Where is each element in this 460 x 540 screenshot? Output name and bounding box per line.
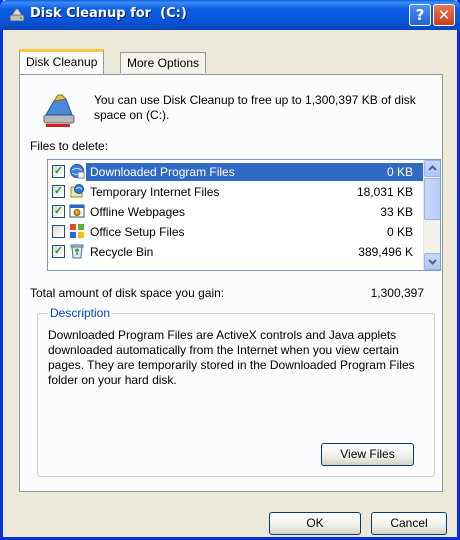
- files-to-delete-label: Files to delete:: [30, 139, 109, 153]
- tab-panel: You can use Disk Cleanup to free up to 1…: [19, 74, 443, 492]
- title-bar[interactable]: Disk Cleanup for (C:) ? ✕: [0, 0, 460, 30]
- file-size: 33 KB: [380, 205, 413, 219]
- disk-cleanup-dialog: Disk Cleanup for (C:) ? ✕ Disk Cleanup M…: [0, 0, 460, 540]
- office-setup-icon: [70, 224, 84, 238]
- window-title: Disk Cleanup for (C:): [30, 6, 187, 21]
- file-label: Downloaded Program Files: [88, 163, 237, 181]
- chevron-up-icon: [428, 165, 437, 171]
- list-item[interactable]: ✓ Offline Webpages 33 KB: [48, 202, 423, 222]
- tab-disk-cleanup[interactable]: Disk Cleanup: [19, 49, 105, 74]
- scroll-down-button[interactable]: [424, 253, 440, 270]
- total-gain-label: Total amount of disk space you gain:: [30, 286, 225, 300]
- file-label: Temporary Internet Files: [90, 185, 220, 199]
- file-size: 0 KB: [386, 225, 413, 239]
- chevron-down-icon: [428, 259, 437, 265]
- view-files-button[interactable]: View Files: [321, 443, 414, 466]
- checkbox-office-setup-files[interactable]: [52, 225, 65, 238]
- list-item[interactable]: ✓ Temporary Internet Files 18,031 KB: [48, 182, 423, 202]
- description-legend: Description: [48, 306, 113, 320]
- ok-button[interactable]: OK: [269, 512, 361, 535]
- scroll-thumb[interactable]: [424, 178, 440, 220]
- list-scrollbar[interactable]: [423, 160, 440, 270]
- description-text: Downloaded Program Files are ActiveX con…: [48, 328, 415, 387]
- offline-pages-icon: [69, 204, 85, 218]
- cancel-button[interactable]: Cancel: [371, 512, 447, 535]
- file-label: Recycle Bin: [90, 245, 154, 259]
- internet-files-icon: [70, 184, 84, 198]
- file-size: 18,031 KB: [356, 185, 413, 199]
- tab-more-options[interactable]: More Options: [120, 52, 207, 73]
- help-button[interactable]: ?: [409, 4, 431, 26]
- checkbox-downloaded-program-files[interactable]: ✓: [52, 165, 65, 178]
- list-item[interactable]: ✓ Downloaded Program Files 0 KB: [48, 162, 423, 182]
- recycle-bin-icon: [70, 244, 84, 259]
- total-gain-value: 1,300,397: [370, 286, 424, 300]
- file-label: Office Setup Files: [90, 225, 185, 239]
- disk-cleanup-icon: [9, 8, 25, 22]
- intro-text: You can use Disk Cleanup to free up to 1…: [94, 93, 416, 122]
- checkbox-temporary-internet-files[interactable]: ✓: [52, 185, 65, 198]
- globe-icon: [70, 164, 85, 179]
- list-item[interactable]: ✓ Recycle Bin 389,496 K: [48, 242, 423, 262]
- files-list[interactable]: ✓ Downloaded Program Files 0 KB ✓ Tempor…: [47, 159, 441, 271]
- file-size: 0 KB: [386, 163, 413, 181]
- list-item[interactable]: Office Setup Files 0 KB: [48, 222, 423, 242]
- scroll-up-button[interactable]: [424, 160, 440, 177]
- disk-cleanup-icon: [43, 94, 75, 127]
- checkbox-offline-webpages[interactable]: ✓: [52, 205, 65, 218]
- checkbox-recycle-bin[interactable]: ✓: [52, 245, 65, 258]
- file-label: Offline Webpages: [90, 205, 185, 219]
- close-button[interactable]: ✕: [433, 4, 455, 26]
- file-size: 389,496 K: [358, 245, 413, 259]
